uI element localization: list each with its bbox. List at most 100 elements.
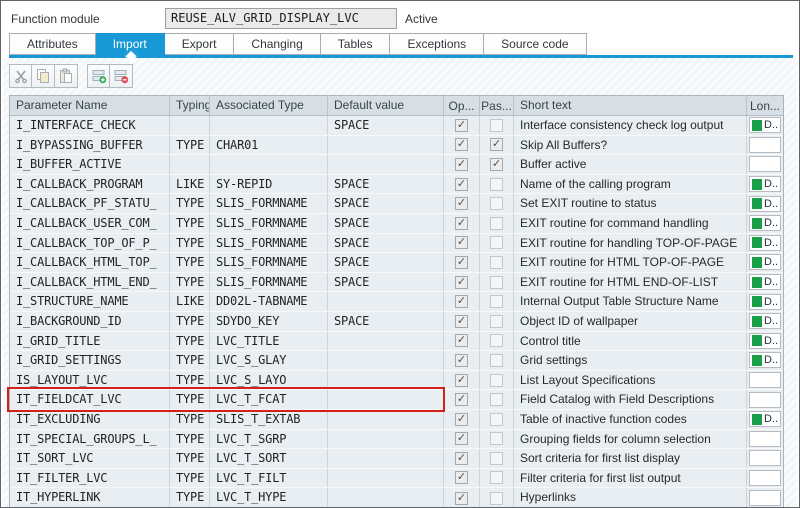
parameter-name-cell[interactable]: I_CALLBACK_PROGRAM [10,174,170,194]
associated-type-cell[interactable]: LVC_T_FILT [210,468,328,488]
optional-checkbox[interactable]: ✓ [455,177,468,191]
short-text-cell[interactable]: Buffer active [514,155,747,174]
long-text-button[interactable]: D.. [749,411,781,428]
optional-checkbox[interactable]: ✓ [455,275,468,289]
pass-value-checkbox[interactable] [490,471,503,485]
typing-cell[interactable]: TYPE [170,194,210,213]
default-value-cell[interactable] [328,331,444,351]
parameter-name-cell[interactable]: I_CALLBACK_TOP_OF_P_ [10,233,170,253]
default-value-cell[interactable]: SPACE [328,311,444,331]
associated-type-cell[interactable]: SLIS_T_EXTAB [210,409,328,429]
long-text-button[interactable] [749,372,781,389]
short-text-cell[interactable]: EXIT routine for command handling [514,213,747,233]
short-text-cell[interactable]: Skip All Buffers? [514,135,747,155]
default-value-cell[interactable] [328,155,444,174]
parameter-name-cell[interactable]: I_CALLBACK_HTML_END_ [10,272,170,292]
associated-type-cell[interactable]: SLIS_FORMNAME [210,213,328,233]
associated-type-cell[interactable]: LVC_T_FCAT [210,390,328,409]
typing-cell[interactable]: TYPE [170,449,210,468]
associated-type-cell[interactable]: SDYDO_KEY [210,311,328,331]
pass-value-checkbox[interactable] [490,177,503,191]
delete-line-icon[interactable] [110,64,133,88]
associated-type-cell[interactable]: SLIS_FORMNAME [210,272,328,292]
short-text-cell[interactable]: Interface consistency check log output [514,116,747,135]
parameter-name-cell[interactable]: I_BACKGROUND_ID [10,311,170,331]
long-text-button[interactable] [749,490,781,507]
associated-type-cell[interactable]: LVC_T_HYPE [210,488,328,507]
default-value-cell[interactable]: SPACE [328,116,444,135]
optional-checkbox[interactable]: ✓ [455,255,468,269]
pass-value-checkbox[interactable] [490,314,503,328]
short-text-cell[interactable]: Filter criteria for first list output [514,468,747,488]
cut-icon[interactable] [9,64,32,88]
typing-cell[interactable]: TYPE [170,272,210,292]
optional-checkbox[interactable]: ✓ [455,157,468,171]
default-value-cell[interactable] [328,135,444,155]
optional-checkbox[interactable]: ✓ [455,451,468,465]
parameter-name-cell[interactable]: I_BYPASSING_BUFFER [10,135,170,155]
pass-value-checkbox[interactable] [490,275,503,289]
associated-type-cell[interactable]: LVC_T_SORT [210,449,328,468]
optional-checkbox[interactable]: ✓ [455,216,468,230]
default-value-cell[interactable] [328,370,444,390]
pass-value-checkbox[interactable] [490,373,503,387]
long-text-button[interactable] [749,156,781,173]
tab-changing[interactable]: Changing [234,33,321,55]
default-value-cell[interactable] [328,351,444,370]
short-text-cell[interactable]: EXIT routine for HTML TOP-OF-PAGE [514,253,747,272]
long-text-button[interactable]: D.. [749,234,781,251]
pass-value-checkbox[interactable] [490,451,503,465]
long-text-button[interactable]: D.. [749,352,781,369]
long-text-button[interactable] [749,136,781,153]
parameter-name-cell[interactable]: I_STRUCTURE_NAME [10,292,170,311]
long-text-button[interactable]: D.. [749,215,781,232]
typing-cell[interactable] [170,116,210,135]
associated-type-cell[interactable] [210,116,328,135]
parameter-name-cell[interactable]: I_BUFFER_ACTIVE [10,155,170,174]
default-value-cell[interactable] [328,488,444,507]
long-text-button[interactable]: D.. [749,117,781,134]
optional-checkbox[interactable]: ✓ [455,197,468,211]
optional-checkbox[interactable]: ✓ [455,373,468,387]
pass-value-checkbox[interactable]: ✓ [490,138,503,152]
optional-checkbox[interactable]: ✓ [455,412,468,426]
typing-cell[interactable]: TYPE [170,213,210,233]
short-text-cell[interactable]: Grid settings [514,351,747,370]
optional-checkbox[interactable]: ✓ [455,491,468,505]
long-text-button[interactable]: D.. [749,332,781,349]
pass-value-checkbox[interactable] [490,236,503,250]
pass-value-checkbox[interactable] [490,118,503,132]
long-text-button[interactable]: D.. [749,254,781,271]
parameter-name-cell[interactable]: IS_LAYOUT_LVC [10,370,170,390]
typing-cell[interactable]: TYPE [170,331,210,351]
typing-cell[interactable]: TYPE [170,233,210,253]
typing-cell[interactable]: TYPE [170,351,210,370]
optional-checkbox[interactable]: ✓ [455,236,468,250]
optional-checkbox[interactable]: ✓ [455,393,468,407]
associated-type-cell[interactable]: SY-REPID [210,174,328,194]
optional-checkbox[interactable]: ✓ [455,138,468,152]
long-text-button[interactable]: D.. [749,176,781,193]
parameter-name-cell[interactable]: I_CALLBACK_HTML_TOP_ [10,253,170,272]
tab-export[interactable]: Export [164,33,235,55]
typing-cell[interactable]: TYPE [170,135,210,155]
typing-cell[interactable] [170,155,210,174]
parameter-name-cell[interactable]: IT_SPECIAL_GROUPS_L_ [10,429,170,449]
pass-value-checkbox[interactable] [490,393,503,407]
default-value-cell[interactable]: SPACE [328,194,444,213]
short-text-cell[interactable]: Control title [514,331,747,351]
typing-cell[interactable]: TYPE [170,488,210,507]
pass-value-checkbox[interactable] [490,197,503,211]
long-text-button[interactable] [749,430,781,447]
typing-cell[interactable]: TYPE [170,409,210,429]
pass-value-checkbox[interactable] [490,491,503,505]
paste-icon[interactable] [55,64,78,88]
pass-value-checkbox[interactable] [490,412,503,426]
long-text-button[interactable]: D.. [749,293,781,310]
associated-type-cell[interactable]: LVC_S_LAYO [210,370,328,390]
copy-icon[interactable] [32,64,55,88]
pass-value-checkbox[interactable] [490,216,503,230]
short-text-cell[interactable]: Grouping fields for column selection [514,429,747,449]
pass-value-checkbox[interactable] [490,334,503,348]
default-value-cell[interactable]: SPACE [328,174,444,194]
